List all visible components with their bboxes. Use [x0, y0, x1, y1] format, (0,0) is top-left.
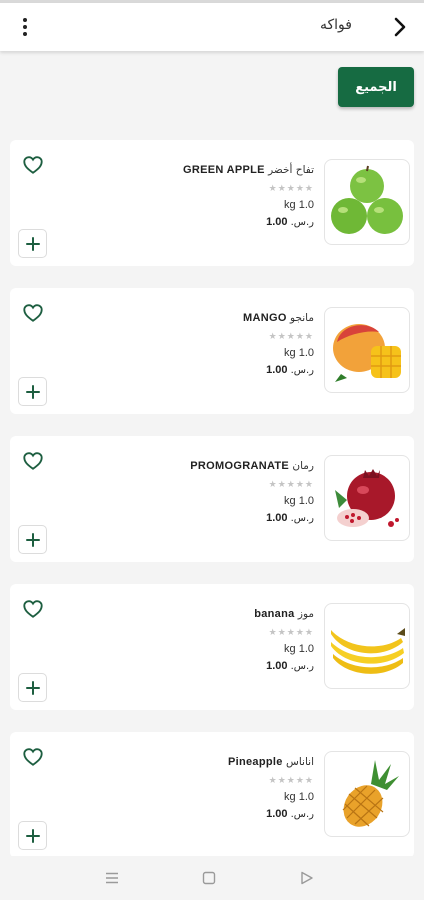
product-name-en: PROMOGRANATE — [190, 460, 290, 472]
product-image — [324, 751, 410, 837]
chevron-right-icon — [394, 17, 406, 37]
product-info: PROMOGRANATE رمان ★★★★★ kg 1.0 ر.س. 1.00 — [74, 460, 314, 524]
product-card-pineapple[interactable]: Pineapple اناناس ★★★★★ kg 1.0 ر.س. 1.00 — [10, 732, 414, 858]
pomegranate-image — [335, 469, 399, 527]
add-to-cart-button[interactable] — [18, 821, 47, 850]
product-info: banana موز ★★★★★ kg 1.0 ر.س. 1.00 — [74, 608, 314, 672]
price-value: 1.00 — [266, 364, 288, 376]
recents-icon — [106, 872, 118, 884]
product-name: PROMOGRANATE رمان — [74, 460, 314, 472]
product-name: GREEN APPLE تفاح أخضر — [74, 164, 314, 176]
product-name: banana موز — [74, 608, 314, 620]
product-price: ر.س. 1.00 — [74, 364, 314, 376]
banana-image — [331, 628, 405, 674]
product-name-ar: مانجو — [290, 312, 314, 324]
plus-icon — [25, 532, 40, 547]
recents-button[interactable] — [102, 868, 122, 888]
rating-stars: ★★★★★ — [268, 479, 314, 489]
product-image — [324, 307, 410, 393]
product-weight: kg 1.0 — [284, 347, 314, 359]
product-weight: kg 1.0 — [284, 495, 314, 507]
system-back-button[interactable] — [297, 868, 317, 888]
product-name-en: MANGO — [243, 312, 287, 324]
product-name-ar: اناناس — [286, 756, 314, 768]
currency-label: ر.س. — [290, 661, 314, 672]
product-card-pomegranate[interactable]: PROMOGRANATE رمان ★★★★★ kg 1.0 ر.س. 1.00 — [10, 436, 414, 562]
rating-stars: ★★★★★ — [268, 627, 314, 637]
heart-icon[interactable] — [22, 154, 44, 176]
product-name-en: GREEN APPLE — [183, 164, 265, 176]
heart-icon[interactable] — [22, 450, 44, 472]
heart-icon[interactable] — [22, 746, 44, 768]
page-title: فواكه — [320, 17, 352, 33]
product-price: ر.س. 1.00 — [74, 216, 314, 228]
product-name-ar: تفاح أخضر — [268, 164, 314, 176]
rating-stars: ★★★★★ — [268, 331, 314, 341]
product-image — [324, 159, 410, 245]
product-image — [324, 455, 410, 541]
product-info: GREEN APPLE تفاح أخضر ★★★★★ kg 1.0 ر.س. … — [74, 164, 314, 228]
app-header: فواكه — [0, 3, 424, 51]
product-price: ر.س. 1.00 — [74, 808, 314, 820]
plus-icon — [25, 384, 40, 399]
product-price: ر.س. 1.00 — [74, 512, 314, 524]
add-to-cart-button[interactable] — [18, 377, 47, 406]
product-price: ر.س. 1.00 — [74, 660, 314, 672]
home-button[interactable] — [199, 868, 219, 888]
product-info: MANGO مانجو ★★★★★ kg 1.0 ر.س. 1.00 — [74, 312, 314, 376]
heart-icon[interactable] — [22, 598, 44, 620]
product-weight: kg 1.0 — [284, 199, 314, 211]
rating-stars: ★★★★★ — [268, 183, 314, 193]
plus-icon — [25, 680, 40, 695]
product-name-ar: موز — [297, 608, 314, 620]
product-weight: kg 1.0 — [284, 791, 314, 803]
green-apple-image — [331, 165, 403, 234]
system-navigation-bar — [0, 856, 424, 900]
product-weight: kg 1.0 — [284, 643, 314, 655]
more-options-icon[interactable] — [14, 15, 36, 39]
add-to-cart-button[interactable] — [18, 229, 47, 258]
price-value: 1.00 — [266, 216, 288, 228]
home-icon — [202, 871, 216, 885]
add-to-cart-button[interactable] — [18, 525, 47, 554]
product-card-green-apple[interactable]: GREEN APPLE تفاح أخضر ★★★★★ kg 1.0 ر.س. … — [10, 140, 414, 266]
plus-icon — [25, 828, 40, 843]
plus-icon — [25, 236, 40, 251]
currency-label: ر.س. — [290, 809, 314, 820]
back-triangle-icon — [301, 871, 313, 885]
product-name: Pineapple اناناس — [74, 756, 314, 768]
back-button[interactable] — [386, 13, 414, 41]
product-name: MANGO مانجو — [74, 312, 314, 324]
product-info: Pineapple اناناس ★★★★★ kg 1.0 ر.س. 1.00 — [74, 756, 314, 820]
currency-label: ر.س. — [290, 513, 314, 524]
product-name-ar: رمان — [292, 460, 314, 472]
product-name-en: Pineapple — [227, 756, 283, 768]
heart-icon[interactable] — [22, 302, 44, 324]
currency-label: ر.س. — [290, 365, 314, 376]
currency-label: ر.س. — [290, 217, 314, 228]
rating-stars: ★★★★★ — [268, 775, 314, 785]
price-value: 1.00 — [266, 808, 288, 820]
product-card-mango[interactable]: MANGO مانجو ★★★★★ kg 1.0 ر.س. 1.00 — [10, 288, 414, 414]
product-card-banana[interactable]: banana موز ★★★★★ kg 1.0 ر.س. 1.00 — [10, 584, 414, 710]
all-filter-button[interactable]: الجميع — [338, 67, 414, 107]
product-image — [324, 603, 410, 689]
price-value: 1.00 — [266, 512, 288, 524]
mango-image — [333, 324, 401, 382]
add-to-cart-button[interactable] — [18, 673, 47, 702]
product-name-en: banana — [254, 608, 295, 620]
price-value: 1.00 — [266, 660, 288, 672]
pineapple-image — [342, 760, 399, 827]
